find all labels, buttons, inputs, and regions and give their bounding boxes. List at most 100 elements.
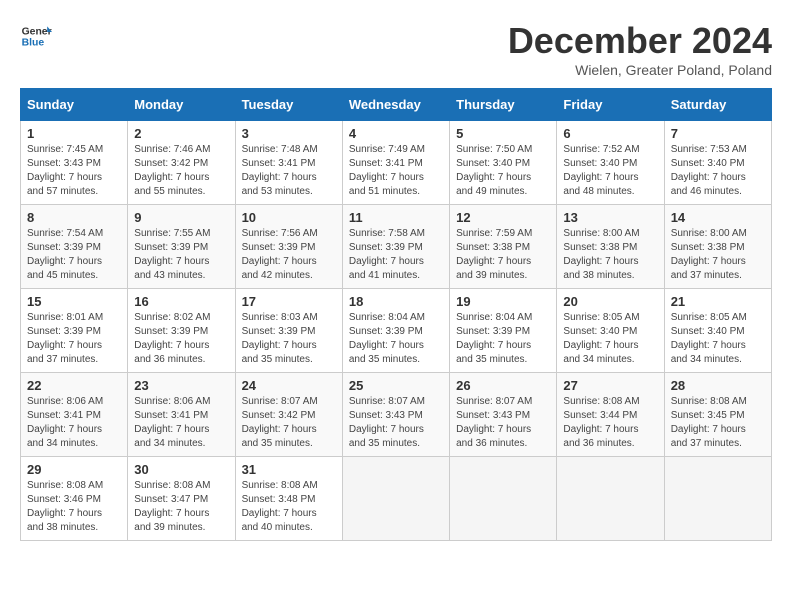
day-cell: 22 Sunrise: 8:06 AMSunset: 3:41 PMDaylig…	[21, 373, 128, 457]
day-number: 31	[242, 462, 336, 477]
day-detail: Sunrise: 7:49 AMSunset: 3:41 PMDaylight:…	[349, 143, 443, 199]
day-cell: 18 Sunrise: 8:04 AMSunset: 3:39 PMDaylig…	[342, 289, 449, 373]
day-number: 15	[27, 294, 121, 309]
day-detail: Sunrise: 8:05 AMSunset: 3:40 PMDaylight:…	[563, 311, 657, 367]
day-cell: 5 Sunrise: 7:50 AMSunset: 3:40 PMDayligh…	[450, 121, 557, 205]
day-cell: 6 Sunrise: 7:52 AMSunset: 3:40 PMDayligh…	[557, 121, 664, 205]
day-detail: Sunrise: 8:08 AMSunset: 3:46 PMDaylight:…	[27, 479, 121, 535]
header-row: SundayMondayTuesdayWednesdayThursdayFrid…	[21, 89, 772, 121]
title-area: December 2024 Wielen, Greater Poland, Po…	[508, 20, 772, 78]
month-title: December 2024	[508, 20, 772, 62]
day-cell	[342, 457, 449, 541]
day-cell: 2 Sunrise: 7:46 AMSunset: 3:42 PMDayligh…	[128, 121, 235, 205]
calendar-table: SundayMondayTuesdayWednesdayThursdayFrid…	[20, 88, 772, 541]
day-cell: 4 Sunrise: 7:49 AMSunset: 3:41 PMDayligh…	[342, 121, 449, 205]
day-number: 28	[671, 378, 765, 393]
day-number: 10	[242, 210, 336, 225]
day-cell: 28 Sunrise: 8:08 AMSunset: 3:45 PMDaylig…	[664, 373, 771, 457]
day-detail: Sunrise: 8:08 AMSunset: 3:44 PMDaylight:…	[563, 395, 657, 451]
day-detail: Sunrise: 7:55 AMSunset: 3:39 PMDaylight:…	[134, 227, 228, 283]
header-saturday: Saturday	[664, 89, 771, 121]
day-detail: Sunrise: 7:48 AMSunset: 3:41 PMDaylight:…	[242, 143, 336, 199]
day-cell: 8 Sunrise: 7:54 AMSunset: 3:39 PMDayligh…	[21, 205, 128, 289]
header-friday: Friday	[557, 89, 664, 121]
header-monday: Monday	[128, 89, 235, 121]
day-number: 8	[27, 210, 121, 225]
week-row-4: 22 Sunrise: 8:06 AMSunset: 3:41 PMDaylig…	[21, 373, 772, 457]
day-number: 27	[563, 378, 657, 393]
day-detail: Sunrise: 7:46 AMSunset: 3:42 PMDaylight:…	[134, 143, 228, 199]
day-detail: Sunrise: 7:58 AMSunset: 3:39 PMDaylight:…	[349, 227, 443, 283]
day-cell	[450, 457, 557, 541]
day-cell: 21 Sunrise: 8:05 AMSunset: 3:40 PMDaylig…	[664, 289, 771, 373]
day-number: 26	[456, 378, 550, 393]
day-cell: 3 Sunrise: 7:48 AMSunset: 3:41 PMDayligh…	[235, 121, 342, 205]
day-detail: Sunrise: 7:54 AMSunset: 3:39 PMDaylight:…	[27, 227, 121, 283]
day-detail: Sunrise: 8:02 AMSunset: 3:39 PMDaylight:…	[134, 311, 228, 367]
day-number: 17	[242, 294, 336, 309]
week-row-3: 15 Sunrise: 8:01 AMSunset: 3:39 PMDaylig…	[21, 289, 772, 373]
day-cell: 9 Sunrise: 7:55 AMSunset: 3:39 PMDayligh…	[128, 205, 235, 289]
day-number: 19	[456, 294, 550, 309]
day-number: 3	[242, 126, 336, 141]
day-cell: 1 Sunrise: 7:45 AMSunset: 3:43 PMDayligh…	[21, 121, 128, 205]
week-row-2: 8 Sunrise: 7:54 AMSunset: 3:39 PMDayligh…	[21, 205, 772, 289]
day-cell: 12 Sunrise: 7:59 AMSunset: 3:38 PMDaylig…	[450, 205, 557, 289]
day-number: 23	[134, 378, 228, 393]
day-number: 9	[134, 210, 228, 225]
day-detail: Sunrise: 8:04 AMSunset: 3:39 PMDaylight:…	[349, 311, 443, 367]
day-cell: 29 Sunrise: 8:08 AMSunset: 3:46 PMDaylig…	[21, 457, 128, 541]
day-cell: 24 Sunrise: 8:07 AMSunset: 3:42 PMDaylig…	[235, 373, 342, 457]
header-wednesday: Wednesday	[342, 89, 449, 121]
day-cell	[664, 457, 771, 541]
day-number: 30	[134, 462, 228, 477]
day-cell: 30 Sunrise: 8:08 AMSunset: 3:47 PMDaylig…	[128, 457, 235, 541]
day-detail: Sunrise: 8:04 AMSunset: 3:39 PMDaylight:…	[456, 311, 550, 367]
logo-icon: General Blue	[20, 20, 52, 52]
day-number: 6	[563, 126, 657, 141]
day-detail: Sunrise: 7:53 AMSunset: 3:40 PMDaylight:…	[671, 143, 765, 199]
day-detail: Sunrise: 8:06 AMSunset: 3:41 PMDaylight:…	[134, 395, 228, 451]
header-sunday: Sunday	[21, 89, 128, 121]
day-number: 7	[671, 126, 765, 141]
day-cell: 20 Sunrise: 8:05 AMSunset: 3:40 PMDaylig…	[557, 289, 664, 373]
header-thursday: Thursday	[450, 89, 557, 121]
day-detail: Sunrise: 8:00 AMSunset: 3:38 PMDaylight:…	[563, 227, 657, 283]
logo: General Blue	[20, 20, 52, 52]
svg-text:Blue: Blue	[22, 38, 45, 49]
day-number: 21	[671, 294, 765, 309]
day-detail: Sunrise: 8:07 AMSunset: 3:42 PMDaylight:…	[242, 395, 336, 451]
day-cell: 13 Sunrise: 8:00 AMSunset: 3:38 PMDaylig…	[557, 205, 664, 289]
day-number: 24	[242, 378, 336, 393]
day-number: 25	[349, 378, 443, 393]
day-cell: 19 Sunrise: 8:04 AMSunset: 3:39 PMDaylig…	[450, 289, 557, 373]
day-number: 22	[27, 378, 121, 393]
day-cell: 31 Sunrise: 8:08 AMSunset: 3:48 PMDaylig…	[235, 457, 342, 541]
day-cell: 11 Sunrise: 7:58 AMSunset: 3:39 PMDaylig…	[342, 205, 449, 289]
day-detail: Sunrise: 8:06 AMSunset: 3:41 PMDaylight:…	[27, 395, 121, 451]
day-number: 4	[349, 126, 443, 141]
day-number: 29	[27, 462, 121, 477]
day-detail: Sunrise: 8:08 AMSunset: 3:45 PMDaylight:…	[671, 395, 765, 451]
day-cell: 27 Sunrise: 8:08 AMSunset: 3:44 PMDaylig…	[557, 373, 664, 457]
day-detail: Sunrise: 8:00 AMSunset: 3:38 PMDaylight:…	[671, 227, 765, 283]
day-detail: Sunrise: 8:08 AMSunset: 3:47 PMDaylight:…	[134, 479, 228, 535]
day-cell: 14 Sunrise: 8:00 AMSunset: 3:38 PMDaylig…	[664, 205, 771, 289]
day-cell: 25 Sunrise: 8:07 AMSunset: 3:43 PMDaylig…	[342, 373, 449, 457]
day-cell: 26 Sunrise: 8:07 AMSunset: 3:43 PMDaylig…	[450, 373, 557, 457]
day-number: 20	[563, 294, 657, 309]
day-cell: 17 Sunrise: 8:03 AMSunset: 3:39 PMDaylig…	[235, 289, 342, 373]
location-subtitle: Wielen, Greater Poland, Poland	[508, 62, 772, 78]
header-tuesday: Tuesday	[235, 89, 342, 121]
day-detail: Sunrise: 8:01 AMSunset: 3:39 PMDaylight:…	[27, 311, 121, 367]
day-detail: Sunrise: 8:08 AMSunset: 3:48 PMDaylight:…	[242, 479, 336, 535]
day-detail: Sunrise: 7:45 AMSunset: 3:43 PMDaylight:…	[27, 143, 121, 199]
week-row-1: 1 Sunrise: 7:45 AMSunset: 3:43 PMDayligh…	[21, 121, 772, 205]
day-detail: Sunrise: 8:05 AMSunset: 3:40 PMDaylight:…	[671, 311, 765, 367]
day-cell: 7 Sunrise: 7:53 AMSunset: 3:40 PMDayligh…	[664, 121, 771, 205]
day-detail: Sunrise: 8:07 AMSunset: 3:43 PMDaylight:…	[456, 395, 550, 451]
day-cell	[557, 457, 664, 541]
day-number: 18	[349, 294, 443, 309]
day-number: 14	[671, 210, 765, 225]
day-number: 12	[456, 210, 550, 225]
